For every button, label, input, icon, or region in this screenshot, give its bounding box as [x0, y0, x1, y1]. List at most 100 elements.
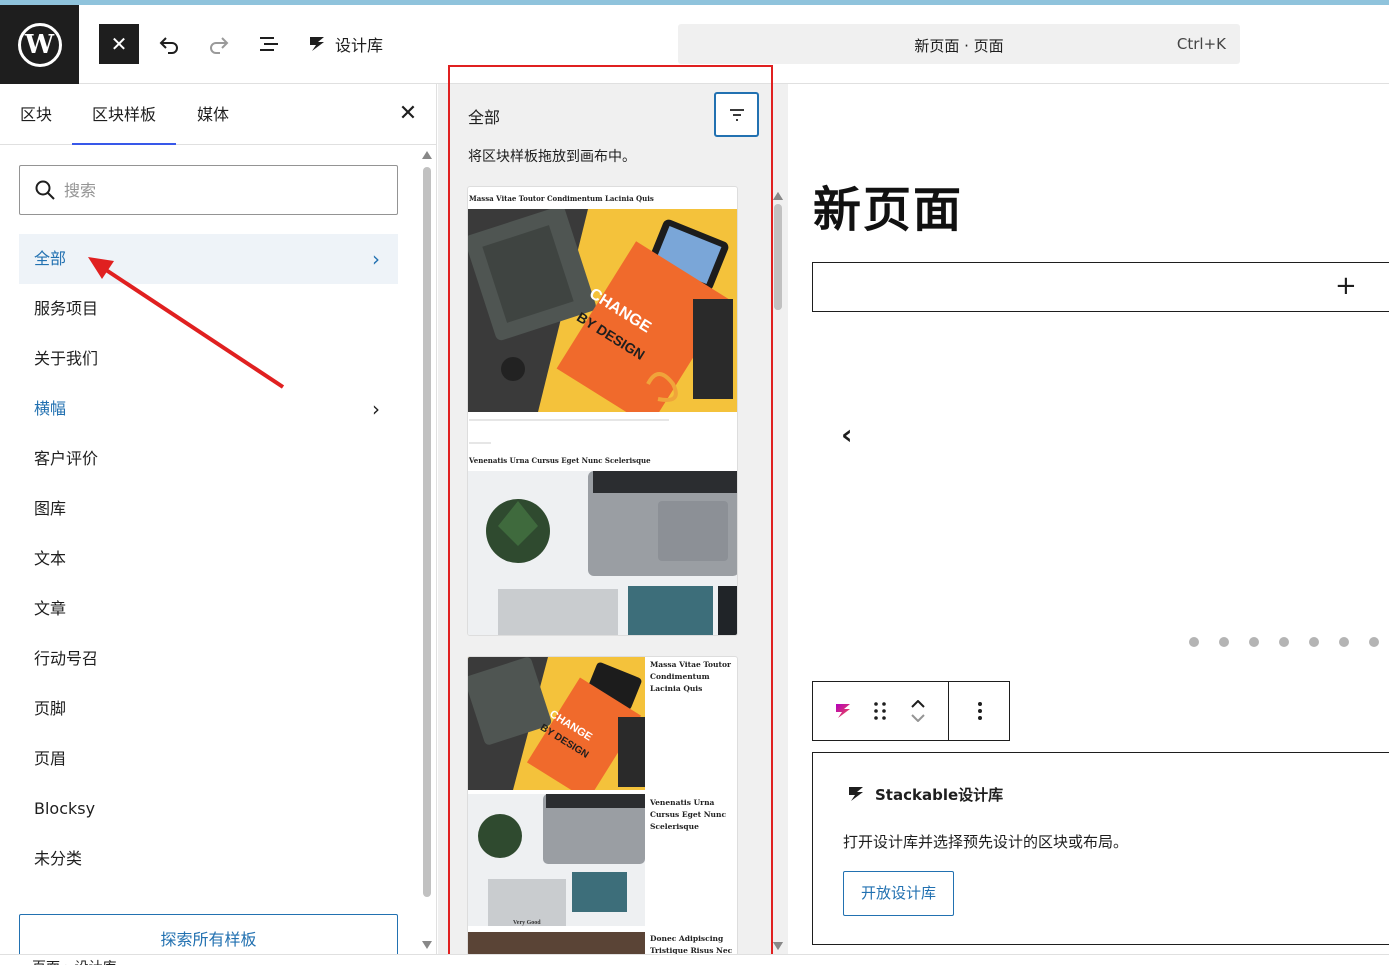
inserter-tabs: 区块 区块样板 媒体 ✕ [0, 84, 437, 145]
explore-all-patterns-button[interactable]: 探索所有样板 [19, 914, 398, 958]
category-blocksy[interactable]: Blocksy [19, 784, 398, 834]
breadcrumb[interactable]: 页面 › 设计库 [32, 957, 117, 965]
category-testimonials[interactable]: 客户评价 [19, 434, 398, 484]
editor-footer: 页面 › 设计库 [0, 954, 1389, 965]
pattern-image-design-desk: CHANGE BY DESIGN [468, 209, 737, 412]
stackable-library-block[interactable]: Stackable设计库 打开设计库并选择预先设计的区块或布局。 开放设计库 [812, 752, 1389, 945]
slider-prev-button[interactable]: ‹ [841, 418, 853, 451]
undo-icon [159, 37, 178, 54]
category-call-to-action[interactable]: 行动号召 [19, 634, 398, 684]
open-design-library-button[interactable]: 开放设计库 [843, 871, 954, 916]
category-label: 行动号召 [34, 649, 99, 668]
scrollbar-thumb[interactable] [774, 204, 782, 310]
category-label: 文本 [34, 549, 67, 568]
pattern-card[interactable]: CHANGE BY DESIGN Massa Vitae Toutor Cond… [467, 656, 738, 956]
slider-dot[interactable] [1219, 637, 1229, 647]
slider-dots [1189, 637, 1379, 647]
tab-blocks[interactable]: 区块 [20, 84, 52, 145]
wordpress-icon: W [17, 22, 62, 67]
tab-media[interactable]: 媒体 [197, 84, 229, 145]
redo-button[interactable] [199, 24, 239, 64]
category-gallery[interactable]: 图库 [19, 484, 398, 534]
slider-dot[interactable] [1249, 637, 1259, 647]
design-library-label: 设计库 [335, 36, 384, 55]
move-buttons[interactable] [901, 682, 935, 740]
category-header[interactable]: 页眉 [19, 734, 398, 784]
close-inserter-button[interactable]: ✕ [99, 24, 139, 64]
design-library-button[interactable]: 设计库 [306, 24, 383, 64]
slider-dot[interactable] [1369, 637, 1379, 647]
search-icon [35, 180, 55, 200]
editor-topbar: W ✕ 设计库 新页面 · 页面 Ctrl+K [0, 5, 1389, 84]
stackable-logo-icon [836, 704, 850, 718]
image-caption: Very Good [513, 920, 541, 926]
stackable-logo-icon [849, 787, 863, 801]
category-label: 图库 [34, 499, 67, 518]
redo-icon [210, 37, 229, 54]
scroll-down-icon [773, 942, 783, 950]
scroll-up-icon [773, 192, 783, 200]
inserter-panel: 区块 区块样板 媒体 ✕ 全部 › 服务项目 关于我们 横幅 › 客户评价 图库… [0, 84, 437, 958]
page-title[interactable]: 新页面 [813, 170, 963, 240]
search-input[interactable] [64, 166, 384, 214]
pattern-image-wood [468, 932, 645, 955]
scrollbar-thumb[interactable] [423, 167, 431, 897]
canvas-scrollbar[interactable] [772, 190, 784, 950]
placeholder-text-line [469, 442, 491, 444]
command-shortcut: Ctrl+K [1176, 35, 1226, 53]
block-appender[interactable]: + [812, 262, 1389, 312]
category-footer[interactable]: 页脚 [19, 684, 398, 734]
chevron-right-icon: › [372, 247, 380, 271]
category-uncategorized[interactable]: 未分类 [19, 834, 398, 884]
wordpress-logo-button[interactable]: W [0, 5, 79, 84]
pattern-heading: Venenatis Urna Cursus Eget Nunc Sceleris… [469, 456, 651, 465]
pattern-card[interactable]: Massa Vitae Toutor Condimentum Lacinia Q… [467, 186, 738, 636]
annotation-arrow [88, 257, 285, 389]
category-label: 横幅 [34, 399, 67, 418]
inserter-scrollbar[interactable] [421, 149, 433, 949]
pattern-heading: Massa Vitae Toutor Condimentum Lacinia Q… [469, 194, 654, 203]
block-options-button[interactable] [963, 682, 997, 740]
more-vertical-icon [978, 702, 982, 720]
category-label: 未分类 [34, 849, 83, 868]
close-panel-button[interactable]: ✕ [395, 101, 421, 127]
chevron-right-icon: › [372, 397, 380, 421]
close-icon: ✕ [398, 101, 418, 126]
pattern-image-workspace: Very Good [468, 794, 645, 926]
drag-handle-icon [874, 702, 886, 720]
slider-dot[interactable] [1309, 637, 1319, 647]
drag-handle[interactable] [865, 682, 895, 740]
command-palette-bar[interactable]: 新页面 · 页面 Ctrl+K [678, 24, 1240, 64]
category-label: 客户评价 [34, 449, 99, 468]
document-overview-button[interactable] [249, 24, 289, 64]
block-type-button[interactable] [827, 682, 859, 740]
category-label: 文章 [34, 599, 67, 618]
placeholder-text-line [469, 419, 669, 421]
pattern-panel-title: 全部 [468, 108, 501, 127]
pattern-heading: Massa Vitae Toutor Condimentum Lacinia Q… [650, 660, 731, 693]
category-posts[interactable]: 文章 [19, 584, 398, 634]
chevron-up-icon[interactable] [911, 700, 925, 708]
category-label: 页脚 [34, 699, 67, 718]
scroll-up-icon [422, 151, 432, 159]
pattern-filter-button[interactable] [714, 92, 759, 137]
list-view-icon [260, 37, 278, 51]
slider-dot[interactable] [1339, 637, 1349, 647]
pattern-image-design-desk: CHANGE BY DESIGN [468, 657, 645, 790]
pattern-image-workspace [468, 471, 737, 635]
toolbar-divider [948, 682, 949, 740]
tab-patterns[interactable]: 区块样板 [72, 84, 177, 145]
filter-icon [729, 108, 744, 121]
pattern-heading: Donec Adipiscing Tristique Risus Nec [650, 934, 733, 955]
slider-dot[interactable] [1189, 637, 1199, 647]
category-text[interactable]: 文本 [19, 534, 398, 584]
undo-button[interactable] [149, 24, 189, 64]
chevron-down-icon[interactable] [911, 714, 925, 722]
slider-dot[interactable] [1279, 637, 1289, 647]
plus-icon: + [1335, 271, 1357, 301]
close-icon: ✕ [110, 32, 128, 56]
pattern-preview-panel: 全部 将区块样板拖放到画布中。 Massa Vitae Toutor Condi… [438, 84, 788, 956]
category-label: 全部 [34, 249, 67, 268]
pattern-search[interactable] [19, 165, 398, 215]
stackable-block-description: 打开设计库并选择预先设计的区块或布局。 [843, 833, 1129, 851]
